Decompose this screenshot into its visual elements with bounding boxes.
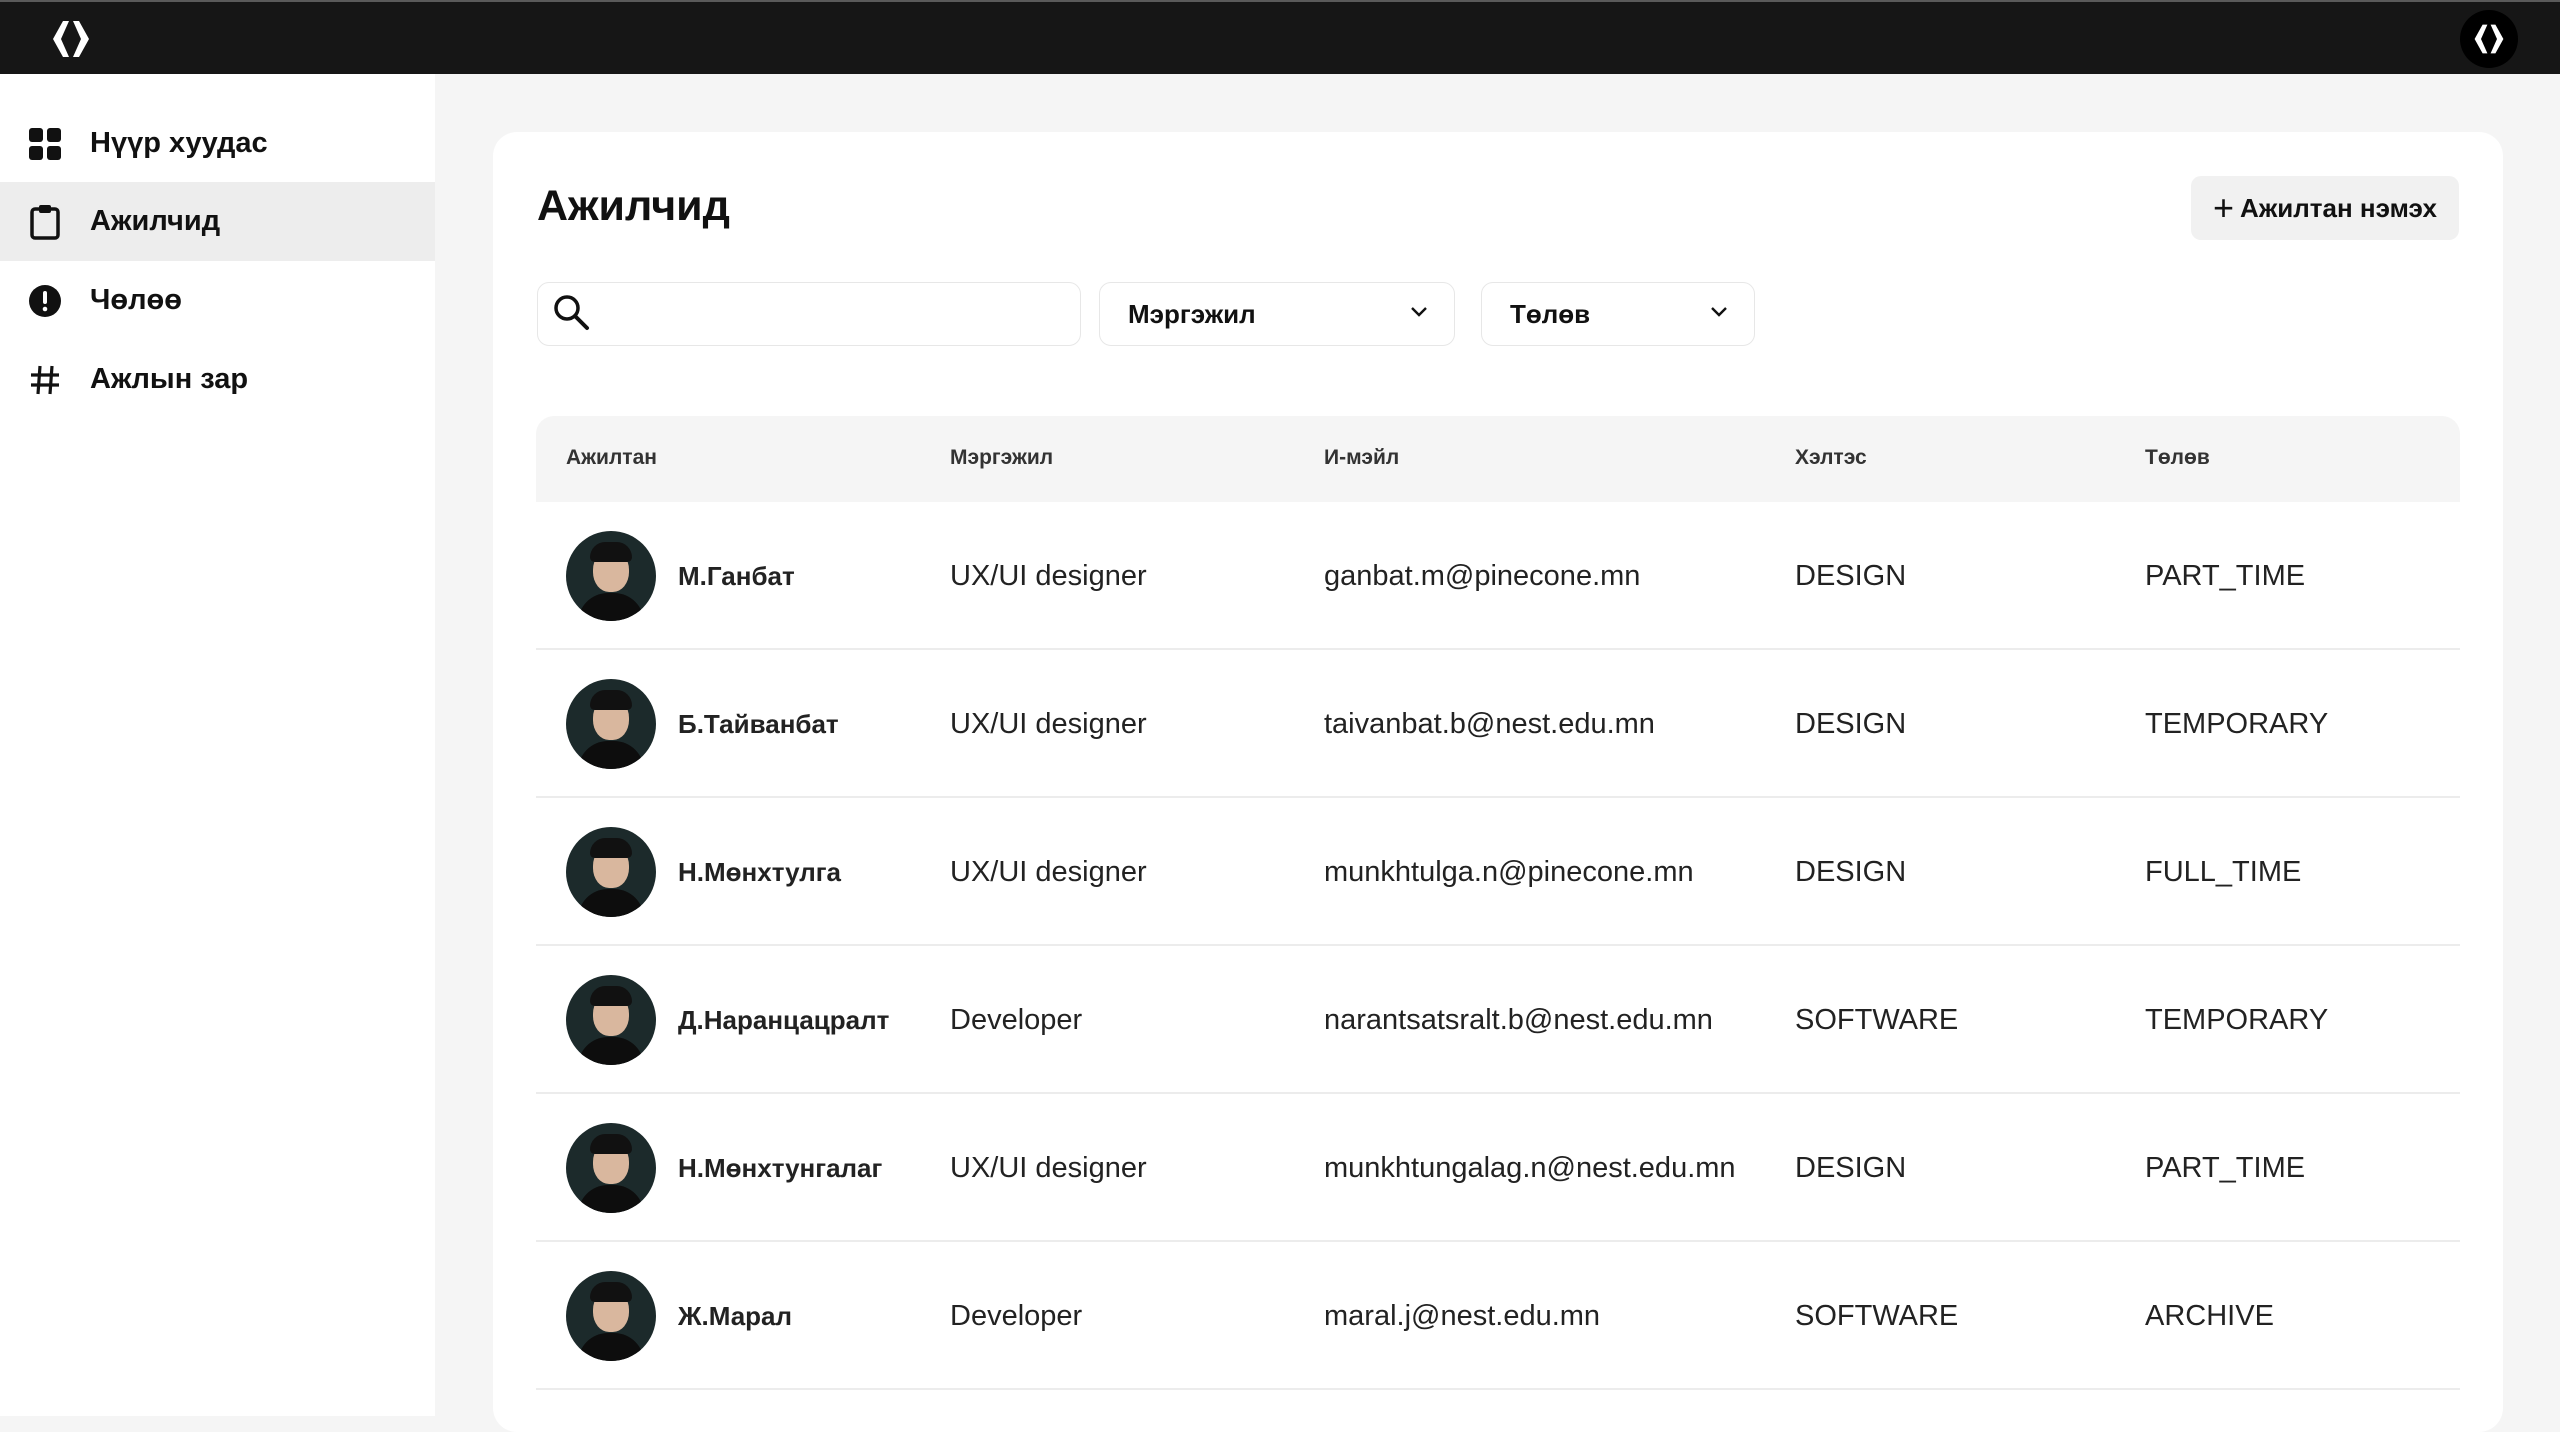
- column-header-department[interactable]: Хэлтэс: [1795, 446, 1867, 470]
- sidebar-item-label: Ажилчид: [90, 205, 221, 237]
- table-row[interactable]: Д.Наранцацралт Developer narantsatsralt.…: [536, 946, 2460, 1094]
- profession-cell: Developer: [950, 1299, 1083, 1332]
- sidebar-item-home[interactable]: Нүүр хуудас: [0, 104, 435, 183]
- employee-name: М.Ганбат: [678, 560, 795, 591]
- employee-name: Ж.Марал: [678, 1300, 793, 1331]
- sidebar-item-leave[interactable]: Чөлөө: [0, 261, 435, 340]
- column-header-status[interactable]: Төлөв: [2145, 446, 2210, 470]
- department-cell: DESIGN: [1795, 1151, 1907, 1184]
- profession-cell: UX/UI designer: [950, 707, 1147, 740]
- clipboard-icon: [28, 204, 62, 240]
- add-employee-button[interactable]: + Ажилтан нэмэх: [2191, 176, 2459, 240]
- email-cell: maral.j@nest.edu.mn: [1324, 1299, 1601, 1332]
- employee-name: Н.Мөнхтулга: [678, 856, 842, 887]
- top-bar: [0, 0, 2560, 74]
- page-title: Ажилчид: [537, 182, 730, 230]
- employees-table: Ажилтан Мэргэжил И-мэйл Хэлтэс Төлөв М.Г…: [536, 416, 2460, 1390]
- table-row[interactable]: М.Ганбат UX/UI designer ganbat.m@pinecon…: [536, 502, 2460, 650]
- profession-cell: UX/UI designer: [950, 1151, 1147, 1184]
- plus-icon: +: [2213, 187, 2235, 228]
- alert-circle-icon: [28, 284, 62, 318]
- employee-cell: Ж.Марал: [566, 1242, 792, 1390]
- sidebar-item-label: Ажлын зар: [90, 363, 249, 395]
- department-cell: DESIGN: [1795, 559, 1907, 592]
- employees-panel: Ажилчид + Ажилтан нэмэх Мэргэжил Төлөв А…: [493, 132, 2503, 1432]
- chevron-down-icon: [1710, 305, 1728, 323]
- status-cell: TEMPORARY: [2145, 707, 2329, 740]
- search-input[interactable]: [600, 283, 1080, 345]
- department-cell: SOFTWARE: [1795, 1003, 1959, 1036]
- search-icon: [552, 293, 590, 336]
- status-cell: PART_TIME: [2145, 559, 2306, 592]
- avatar: [566, 827, 656, 917]
- avatar: [566, 679, 656, 769]
- search-box: [537, 282, 1081, 346]
- sidebar-item-employees[interactable]: Ажилчид: [0, 182, 435, 261]
- profession-cell: Developer: [950, 1003, 1083, 1036]
- avatar: [566, 975, 656, 1065]
- employee-name: Н.Мөнхтунгалаг: [678, 1152, 883, 1183]
- employee-name: Д.Наранцацралт: [678, 1004, 890, 1035]
- profession-cell: UX/UI designer: [950, 559, 1147, 592]
- status-filter-label: Төлөв: [1510, 298, 1591, 329]
- department-cell: DESIGN: [1795, 707, 1907, 740]
- avatar: [566, 1123, 656, 1213]
- employee-cell: Б.Тайванбат: [566, 650, 839, 798]
- logo-icon[interactable]: [48, 16, 94, 62]
- table-row[interactable]: Н.Мөнхтунгалаг UX/UI designer munkhtunga…: [536, 1094, 2460, 1242]
- table-row[interactable]: Б.Тайванбат UX/UI designer taivanbat.b@n…: [536, 650, 2460, 798]
- status-cell: TEMPORARY: [2145, 1003, 2329, 1036]
- avatar: [566, 531, 656, 621]
- employee-cell: М.Ганбат: [566, 502, 795, 650]
- sidebar-item-label: Нүүр хуудас: [90, 127, 268, 159]
- profession-filter-label: Мэргэжил: [1128, 298, 1256, 329]
- column-header-employee[interactable]: Ажилтан: [566, 446, 657, 470]
- profession-filter-select[interactable]: Мэргэжил: [1099, 282, 1455, 346]
- avatar: [566, 1271, 656, 1361]
- chevron-down-icon: [1410, 305, 1428, 323]
- email-cell: taivanbat.b@nest.edu.mn: [1324, 707, 1655, 740]
- hash-icon: [28, 363, 62, 397]
- table-row[interactable]: Н.Мөнхтулга UX/UI designer munkhtulga.n@…: [536, 798, 2460, 946]
- department-cell: SOFTWARE: [1795, 1299, 1959, 1332]
- table-row[interactable]: Ж.Марал Developer maral.j@nest.edu.mn SO…: [536, 1242, 2460, 1390]
- table-header: Ажилтан Мэргэжил И-мэйл Хэлтэс Төлөв: [536, 416, 2460, 502]
- email-cell: ganbat.m@pinecone.mn: [1324, 559, 1641, 592]
- add-employee-label: Ажилтан нэмэх: [2240, 192, 2437, 223]
- employee-name: Б.Тайванбат: [678, 708, 839, 739]
- sidebar-item-job-posts[interactable]: Ажлын зар: [0, 340, 435, 419]
- status-cell: FULL_TIME: [2145, 855, 2302, 888]
- dashboard-grid-icon: [28, 127, 62, 161]
- employee-cell: Н.Мөнхтунгалаг: [566, 1094, 882, 1242]
- status-filter-select[interactable]: Төлөв: [1481, 282, 1755, 346]
- column-header-profession[interactable]: Мэргэжил: [950, 446, 1053, 470]
- profession-cell: UX/UI designer: [950, 855, 1147, 888]
- email-cell: munkhtungalag.n@nest.edu.mn: [1324, 1151, 1736, 1184]
- department-cell: DESIGN: [1795, 855, 1907, 888]
- sidebar-item-label: Чөлөө: [90, 284, 182, 316]
- employee-cell: Н.Мөнхтулга: [566, 798, 841, 946]
- column-header-email[interactable]: И-мэйл: [1324, 446, 1399, 470]
- email-cell: munkhtulga.n@pinecone.mn: [1324, 855, 1694, 888]
- sidebar: Нүүр хуудас Ажилчид Чөлөө Ажлын зар: [0, 74, 435, 1416]
- status-cell: ARCHIVE: [2145, 1299, 2274, 1332]
- status-cell: PART_TIME: [2145, 1151, 2306, 1184]
- user-avatar-logo-icon[interactable]: [2460, 10, 2518, 68]
- employee-cell: Д.Наранцацралт: [566, 946, 889, 1094]
- email-cell: narantsatsralt.b@nest.edu.mn: [1324, 1003, 1713, 1036]
